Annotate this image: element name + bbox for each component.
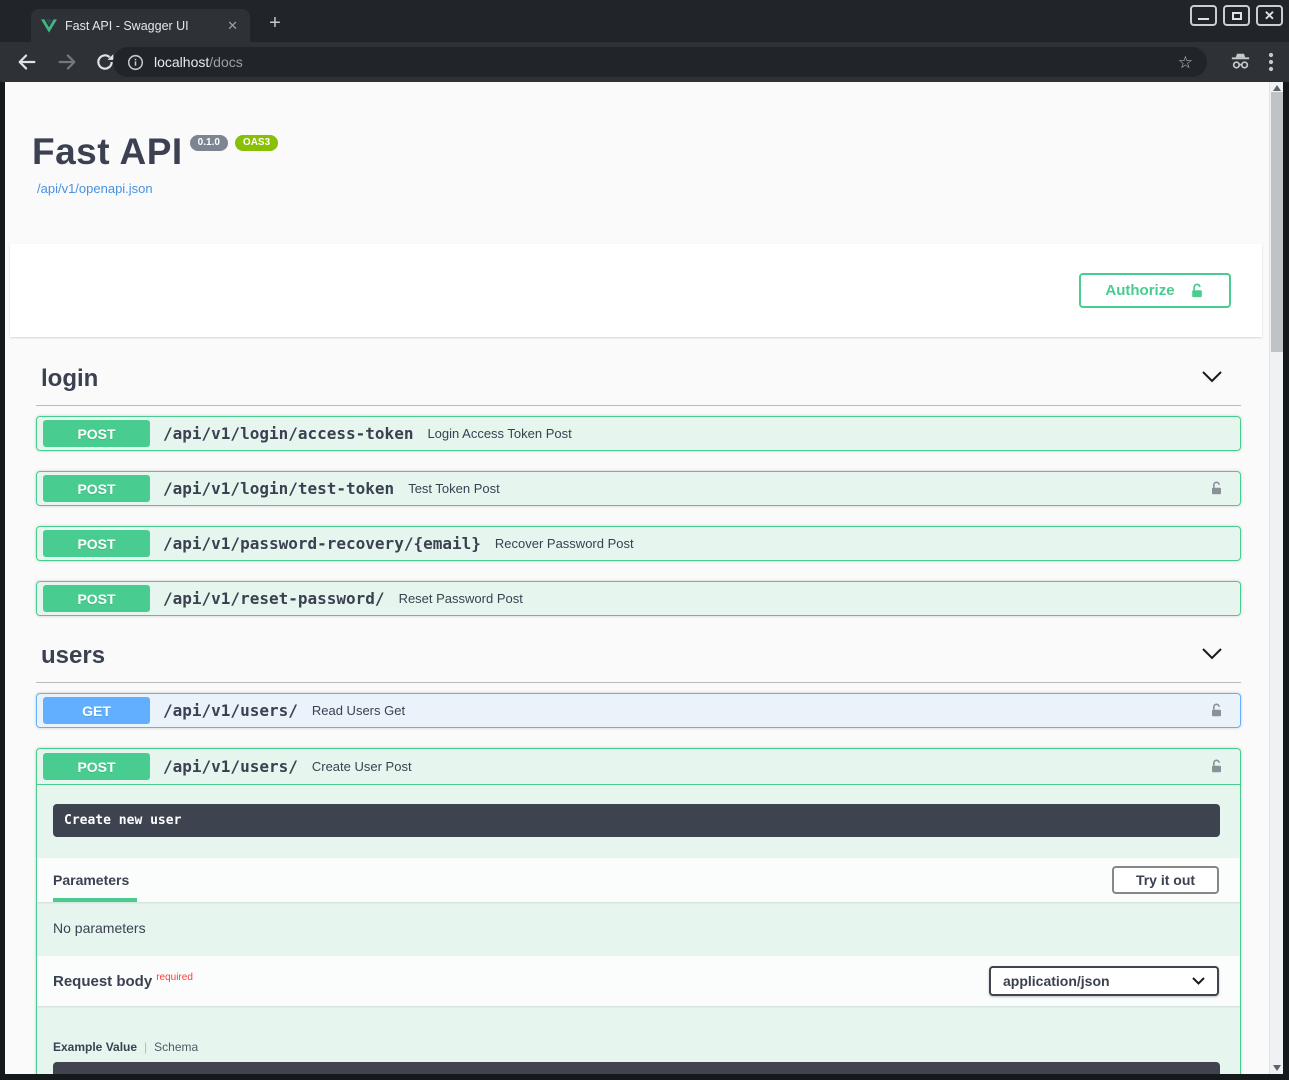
scroll-up-icon[interactable] [1273, 85, 1281, 91]
operation-path: /api/v1/users/ [163, 701, 298, 720]
request-body-label: Request bodyrequired [53, 973, 193, 990]
unlock-icon [1189, 282, 1205, 300]
browser-menu-icon[interactable] [1268, 51, 1274, 78]
no-parameters-text: No parameters [37, 902, 1240, 956]
version-badge: 0.1.0 [190, 135, 228, 151]
api-info: Fast API 0.1.0 OAS3 /api/v1/openapi.json [5, 82, 1269, 196]
back-icon[interactable] [16, 51, 38, 73]
tab-separator: | [144, 1040, 147, 1054]
media-type-value: application/json [1003, 973, 1110, 989]
browser-titlebar: Fast API - Swagger UI ✕ + ✕ [0, 0, 1289, 42]
select-chevron-icon [1192, 977, 1205, 985]
url-host: localhost [154, 54, 209, 70]
required-flag: required [156, 972, 193, 983]
media-type-select[interactable]: application/json [989, 966, 1219, 996]
browser-tab[interactable]: Fast API - Swagger UI ✕ [31, 9, 250, 42]
incognito-icon [1230, 52, 1251, 76]
operation-path: /api/v1/login/access-token [163, 424, 413, 443]
favicon-v-icon [41, 19, 57, 33]
authorize-button[interactable]: Authorize [1079, 273, 1231, 308]
site-info-icon[interactable] [127, 54, 144, 71]
page-viewport: Fast API 0.1.0 OAS3 /api/v1/openapi.json… [5, 82, 1283, 1074]
method-badge: POST [43, 585, 150, 612]
method-badge: POST [43, 475, 150, 502]
operation-row[interactable]: POST /api/v1/login/test-token Test Token… [36, 471, 1241, 506]
tab-example-value[interactable]: Example Value [53, 1040, 137, 1054]
page-scrollbar[interactable] [1269, 82, 1283, 1074]
minimize-icon [1198, 18, 1209, 20]
parameters-header: Parameters Try it out [37, 858, 1240, 902]
operation-summary: Test Token Post [408, 481, 500, 496]
example-code-block[interactable]: { [53, 1062, 1220, 1074]
close-button[interactable]: ✕ [1256, 5, 1283, 26]
model-example-tabs: Example Value | Schema [53, 1040, 1220, 1054]
operation-summary: Login Access Token Post [427, 426, 571, 441]
operation-summary: Create User Post [312, 759, 412, 774]
oas3-badge: OAS3 [235, 135, 278, 151]
operation-row[interactable]: GET /api/v1/users/ Read Users Get [36, 693, 1241, 728]
method-badge: GET [43, 697, 150, 724]
auth-lock-icon[interactable] [1209, 702, 1224, 719]
operation-row[interactable]: POST /api/v1/reset-password/ Reset Passw… [36, 581, 1241, 616]
page-title: Fast API [32, 132, 183, 172]
new-tab-button[interactable]: + [263, 13, 287, 33]
auth-lock-icon[interactable] [1209, 758, 1224, 775]
scroll-down-icon[interactable] [1273, 1065, 1281, 1071]
method-badge: POST [43, 530, 150, 557]
operation-expanded: POST /api/v1/users/ Create User Post Cre… [36, 748, 1241, 1074]
tab-schema[interactable]: Schema [154, 1040, 198, 1054]
url-text[interactable]: localhost/docs [154, 54, 243, 70]
tab-title: Fast API - Swagger UI [65, 19, 217, 33]
operation-description: Create new user [53, 804, 1220, 837]
operation-summary: Read Users Get [312, 703, 405, 718]
tab-parameters[interactable]: Parameters [53, 858, 137, 902]
minimize-button[interactable] [1190, 5, 1217, 26]
operation-path: /api/v1/login/test-token [163, 479, 394, 498]
section-login-header[interactable]: login [36, 359, 1241, 406]
section-title: users [41, 642, 105, 670]
operation-summary: Recover Password Post [495, 536, 634, 551]
operation-row[interactable]: POST /api/v1/login/access-token Login Ac… [36, 416, 1241, 451]
chevron-down-icon[interactable] [1201, 647, 1223, 666]
request-body-header: Request bodyrequired application/json [37, 956, 1240, 1006]
operation-row[interactable]: POST /api/v1/password-recovery/{email} R… [36, 526, 1241, 561]
method-badge: POST [43, 753, 150, 780]
scheme-container: Authorize [10, 244, 1262, 337]
section-users-header[interactable]: users [36, 636, 1241, 683]
swagger-page: Fast API 0.1.0 OAS3 /api/v1/openapi.json… [5, 82, 1269, 1074]
scrollbar-thumb[interactable] [1271, 92, 1283, 352]
url-path: /docs [209, 54, 242, 70]
method-badge: POST [43, 420, 150, 447]
operation-row[interactable]: POST /api/v1/users/ Create User Post [37, 749, 1240, 785]
maximize-button[interactable] [1223, 5, 1250, 26]
operation-path: /api/v1/users/ [163, 757, 298, 776]
authorize-label: Authorize [1105, 282, 1174, 299]
operation-path: /api/v1/password-recovery/{email} [163, 534, 481, 553]
section-title: login [41, 365, 98, 393]
api-title-row: Fast API 0.1.0 OAS3 [32, 132, 1269, 172]
operation-summary: Reset Password Post [399, 591, 523, 606]
operation-path: /api/v1/reset-password/ [163, 589, 385, 608]
auth-lock-icon[interactable] [1209, 480, 1224, 497]
bookmark-star-icon[interactable]: ☆ [1178, 54, 1193, 71]
forward-icon[interactable] [56, 51, 78, 73]
openapi-spec-link[interactable]: /api/v1/openapi.json [37, 181, 1269, 196]
browser-toolbar: localhost/docs ☆ [0, 42, 1289, 82]
try-it-out-button[interactable]: Try it out [1112, 866, 1219, 894]
section-login: login POST /api/v1/login/access-token Lo… [36, 359, 1241, 616]
close-icon: ✕ [1264, 9, 1275, 22]
section-users: users GET /api/v1/users/ Read Users Get … [36, 636, 1241, 1074]
chevron-down-icon[interactable] [1201, 370, 1223, 389]
tab-close-icon[interactable]: ✕ [225, 18, 240, 34]
maximize-icon [1232, 12, 1242, 20]
address-bar[interactable]: localhost/docs ☆ [113, 47, 1207, 77]
window-controls: ✕ [1190, 5, 1283, 26]
